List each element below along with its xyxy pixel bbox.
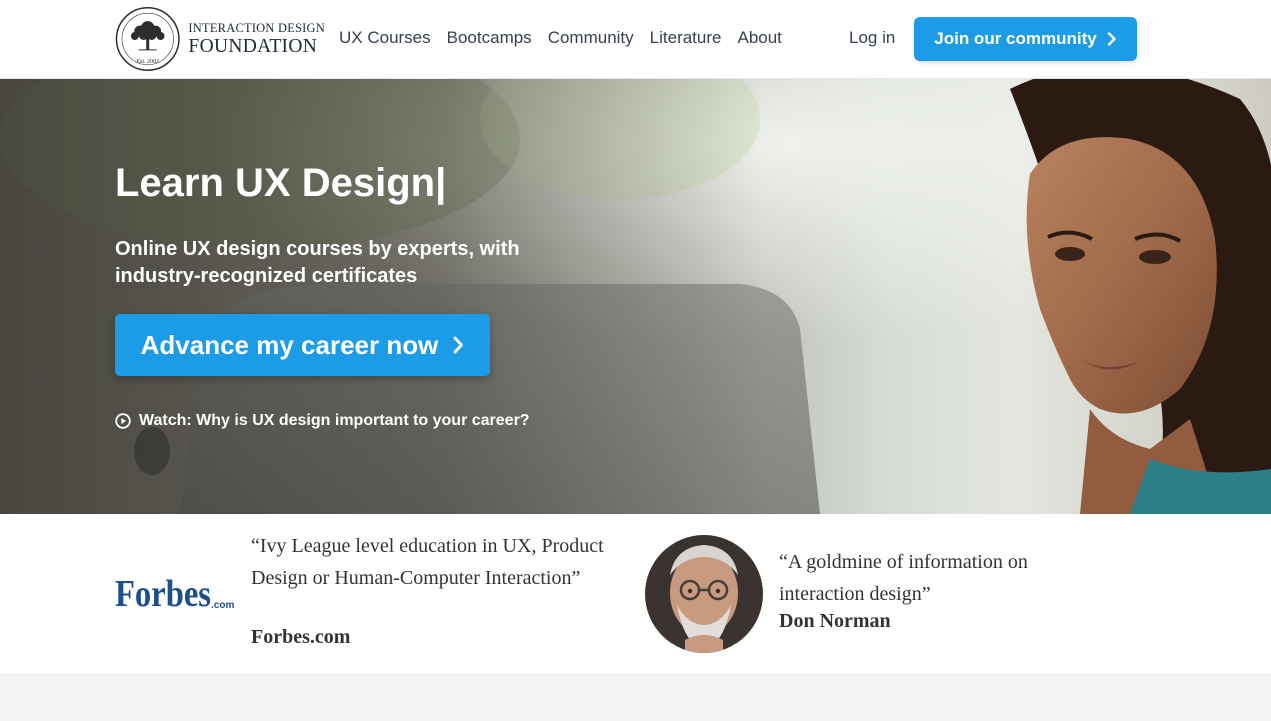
hero-section: Learn UX Design| Online UX design course…	[0, 79, 1271, 514]
chevron-right-icon	[1107, 32, 1116, 46]
seal-text: Est. 2002	[136, 59, 158, 65]
hero-overlay	[0, 79, 1271, 514]
nav-literature[interactable]: Literature	[650, 28, 722, 48]
forbes-logo-text: Forbes	[115, 574, 211, 614]
logo-line2: FOUNDATION	[188, 35, 318, 57]
site-header: Est. 2002 INTERACTION DESIGN FOUNDATION …	[0, 0, 1271, 79]
don-norman-avatar	[645, 535, 763, 653]
hero-subtitle: Online UX design courses by experts, wit…	[115, 238, 520, 287]
nav-ux-courses[interactable]: UX Courses	[339, 28, 431, 48]
join-community-label: Join our community	[934, 29, 1097, 48]
testimonial-source-forbes: Forbes.com	[251, 626, 351, 648]
site-logo[interactable]: Est. 2002 INTERACTION DESIGN FOUNDATION	[115, 6, 325, 72]
tree-seal-icon: Est. 2002	[115, 7, 180, 71]
testimonial-source-norman: Don Norman	[779, 610, 891, 632]
testimonial-quote-forbes: “Ivy League level education in UX, Produ…	[251, 535, 604, 589]
testimonial-quote-norman: “A goldmine of information on interactio…	[779, 551, 1028, 605]
play-circle-icon	[115, 413, 131, 429]
testimonials-section: Forbes .com “Ivy League level education …	[0, 514, 1271, 673]
advance-career-button[interactable]: Advance my career now	[115, 314, 490, 376]
logo-line1: INTERACTION DESIGN	[188, 21, 325, 35]
logo-wordmark: INTERACTION DESIGN FOUNDATION	[188, 22, 325, 56]
advance-career-label: Advance my career now	[140, 329, 439, 360]
main-nav: UX Courses Bootcamps Community Literatur…	[339, 28, 782, 48]
watch-video-label: Watch: Why is UX design important to you…	[139, 412, 530, 429]
forbes-logo: Forbes .com	[115, 574, 234, 614]
hero-title: Learn UX Design|	[115, 161, 447, 205]
nav-about[interactable]: About	[737, 28, 781, 48]
page-section-divider	[0, 673, 1271, 721]
nav-bootcamps[interactable]: Bootcamps	[447, 28, 532, 48]
login-link[interactable]: Log in	[849, 28, 895, 48]
nav-community[interactable]: Community	[548, 28, 634, 48]
portrait-avatar	[645, 535, 763, 653]
forbes-logo-subtext: .com	[211, 600, 234, 611]
watch-video-link[interactable]: Watch: Why is UX design important to you…	[115, 412, 530, 430]
join-community-button[interactable]: Join our community	[914, 17, 1137, 61]
chevron-right-icon	[453, 336, 464, 354]
